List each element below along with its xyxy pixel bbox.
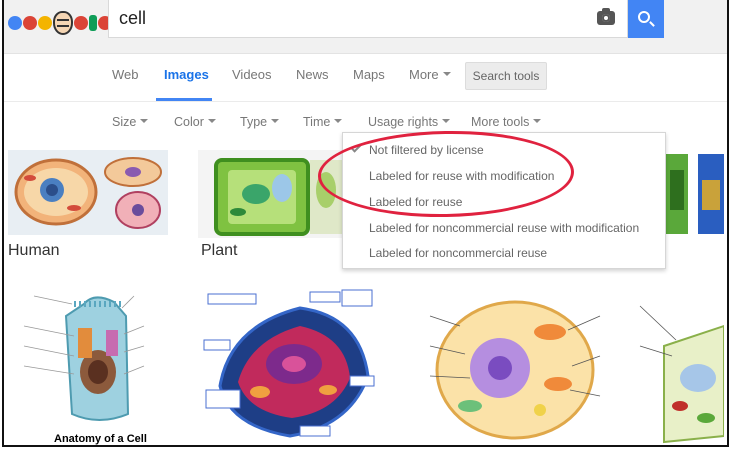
image-result-plant-cell[interactable] xyxy=(198,150,343,238)
tab-web[interactable]: Web xyxy=(112,67,139,82)
chevron-down-icon xyxy=(442,118,451,123)
anatomy-cell-thumbnail xyxy=(23,295,145,421)
image-caption-plant: Plant xyxy=(201,242,238,259)
menu-item-not-filtered[interactable]: Not filtered by license xyxy=(369,143,484,157)
chevron-down-icon xyxy=(442,71,451,76)
image-result-anatomy-cell[interactable]: Anatomy of a Cell xyxy=(14,286,184,446)
chevron-down-icon xyxy=(271,118,280,123)
header-bar: cell xyxy=(4,0,727,54)
logo-dot-icon xyxy=(8,16,22,30)
tool-type[interactable]: Type xyxy=(240,115,280,129)
tool-more-tools-label: More tools xyxy=(471,115,530,129)
tool-type-label: Type xyxy=(240,115,268,129)
search-button[interactable] xyxy=(628,0,664,38)
3d-cell-thumbnail xyxy=(203,289,375,438)
doodle-face-icon xyxy=(53,11,73,35)
chevron-down-icon xyxy=(533,118,542,123)
search-tabs: Web Images Videos News Maps More Search … xyxy=(4,54,727,102)
chevron-down-icon xyxy=(334,118,343,123)
tool-size-label: Size xyxy=(112,115,137,129)
search-tools-button[interactable]: Search tools xyxy=(465,62,547,90)
logo-dot-icon xyxy=(74,16,88,30)
image-result-plant-cell-2[interactable] xyxy=(636,286,724,446)
menu-item-reuse[interactable]: Labeled for reuse xyxy=(369,195,462,209)
tab-maps[interactable]: Maps xyxy=(353,67,385,82)
chevron-down-icon xyxy=(207,118,216,123)
menu-item-noncommercial-reuse[interactable]: Labeled for noncommercial reuse xyxy=(369,246,547,260)
tool-usage-rights-label: Usage rights xyxy=(368,115,439,129)
camera-icon[interactable] xyxy=(597,8,615,25)
tab-more[interactable]: More xyxy=(409,67,451,82)
image-result-cell-character[interactable] xyxy=(666,150,724,238)
logo-dot-icon xyxy=(23,16,37,30)
menu-item-reuse-with-modification[interactable]: Labeled for reuse with modification xyxy=(369,169,554,183)
anatomy-cell-title: Anatomy of a Cell xyxy=(54,433,147,445)
image-caption-human: Human xyxy=(8,242,60,259)
plant-cell-thumbnail xyxy=(214,158,343,236)
logo-l-icon xyxy=(89,15,97,31)
tab-videos[interactable]: Videos xyxy=(232,67,272,82)
animal-cell-thumbnail xyxy=(429,300,601,440)
active-tab-indicator xyxy=(156,98,212,101)
search-query-text: cell xyxy=(119,8,147,28)
logo-dot-icon xyxy=(38,16,52,30)
tab-more-label: More xyxy=(409,67,439,82)
tool-color[interactable]: Color xyxy=(174,115,216,129)
image-result-animal-cell[interactable] xyxy=(410,286,622,446)
tool-time[interactable]: Time xyxy=(303,115,343,129)
tab-news[interactable]: News xyxy=(296,67,329,82)
usage-rights-menu: Not filtered by license Labeled for reus… xyxy=(342,132,666,269)
checkmark-icon xyxy=(350,141,362,153)
cell-character-thumbnail xyxy=(666,154,724,234)
image-result-human-cell[interactable] xyxy=(8,150,168,235)
plant-cell-2-thumbnail xyxy=(639,305,724,444)
tool-time-label: Time xyxy=(303,115,331,129)
menu-item-noncommercial-reuse-with-modification[interactable]: Labeled for noncommercial reuse with mod… xyxy=(369,221,639,235)
tab-images[interactable]: Images xyxy=(164,67,209,82)
chevron-down-icon xyxy=(140,118,149,123)
image-result-3d-cell[interactable] xyxy=(200,286,375,446)
tool-size[interactable]: Size xyxy=(112,115,149,129)
doodle-logo[interactable] xyxy=(8,10,112,36)
tool-color-label: Color xyxy=(174,115,204,129)
human-cell-thumbnail xyxy=(14,157,162,229)
search-icon xyxy=(638,11,650,23)
tool-more-tools[interactable]: More tools xyxy=(471,115,542,129)
tool-usage-rights[interactable]: Usage rights xyxy=(368,115,451,129)
search-input[interactable]: cell xyxy=(108,0,628,38)
